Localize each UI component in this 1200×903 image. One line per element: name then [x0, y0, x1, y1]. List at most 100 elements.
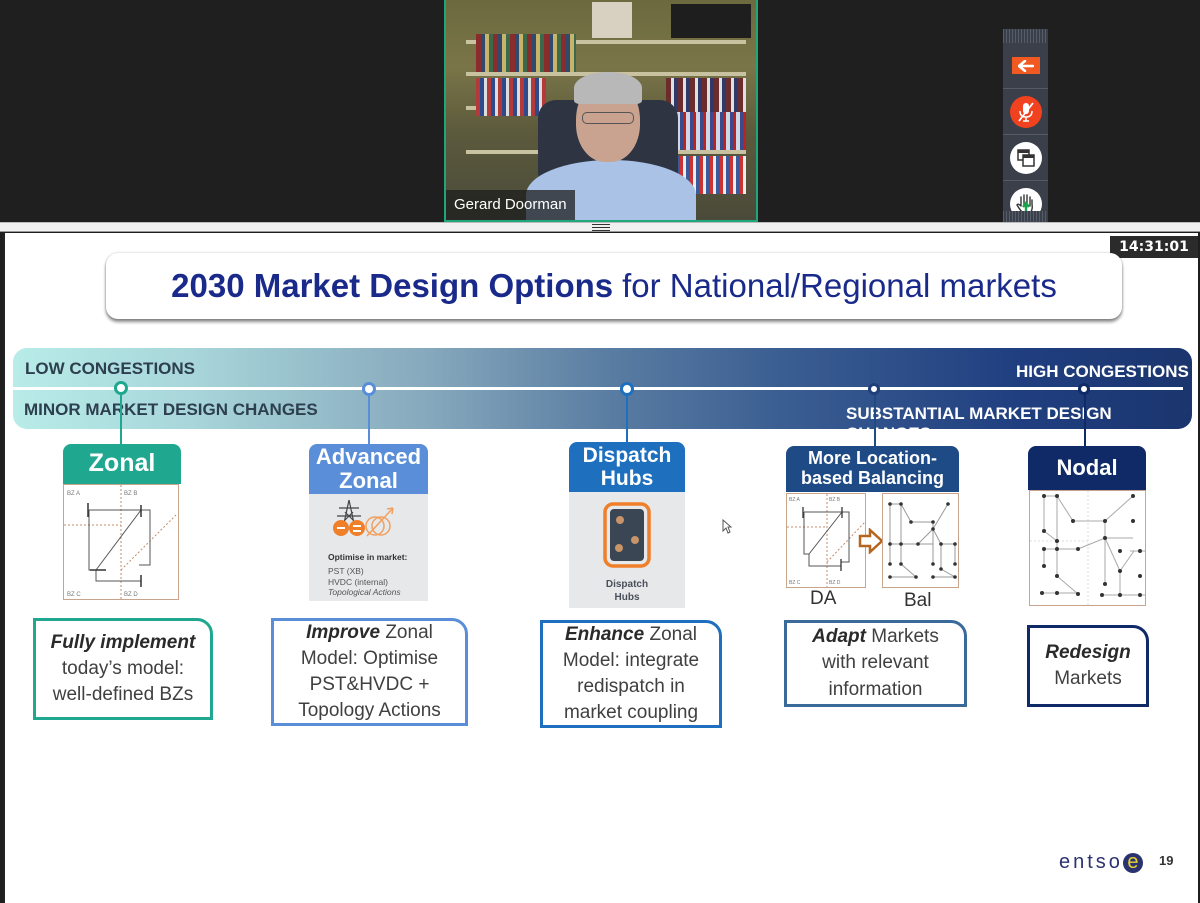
- bidding-zone-diagram: BZ A BZ B BZ C BZ D: [64, 485, 177, 599]
- option-header-dispatch-hubs: Dispatch Hubs: [569, 442, 685, 492]
- caption-line: Topological Actions: [328, 587, 401, 598]
- mouse-cursor-icon: [722, 519, 732, 534]
- connector-advanced-zonal: [368, 394, 370, 446]
- caption-line: HVDC (internal): [328, 576, 388, 587]
- books: [666, 78, 746, 116]
- scale-node-location-balancing: [868, 383, 880, 395]
- bz-label: BZ A: [67, 491, 80, 497]
- meeting-toolbar: [1003, 29, 1048, 227]
- slide-title: 2030 Market Design Options for National/…: [106, 253, 1122, 319]
- arrow-right-icon: [858, 528, 884, 554]
- toolbar-drag-handle-top[interactable]: [1003, 29, 1048, 43]
- scale-node-dispatch-hubs: [620, 382, 634, 396]
- header-line: Zonal: [339, 468, 398, 493]
- header-line: Hubs: [600, 467, 654, 490]
- option-description-nodal: Redesign Markets: [1027, 625, 1149, 707]
- bz-label: BZ B: [124, 491, 137, 497]
- slide-page-number: 19: [1159, 853, 1174, 868]
- desc-bold: Improve: [306, 621, 381, 643]
- connector-nodal: [1084, 394, 1086, 446]
- advanced-zonal-image: Optimise in market: PST (XB) HVDC (inter…: [309, 494, 428, 601]
- header-line: based Balancing: [800, 468, 945, 488]
- option-description-zonal: Fully implement today’s model: well-defi…: [33, 618, 213, 720]
- header-line: Dispatch: [582, 443, 672, 467]
- option-description-dispatch-hubs: Enhance Zonal Model: integrate redispatc…: [540, 620, 722, 728]
- caption-line: PST (XB): [328, 566, 364, 576]
- image-caption-bold: Optimise in market:: [328, 552, 408, 562]
- participant-name-tag: Gerard Doorman: [446, 190, 575, 220]
- books: [476, 34, 576, 72]
- mute-button[interactable]: [1003, 89, 1048, 135]
- nodal-diagram: [1029, 490, 1149, 606]
- desc-line: well-defined BZs: [52, 684, 194, 706]
- balancing-node-diagram: [882, 493, 959, 588]
- bz-label: BZ D: [829, 580, 841, 586]
- bidding-zone-diagram: BZ A BZ B BZ C BZ D: [787, 494, 866, 587]
- dispatch-hub-icon: [603, 502, 651, 568]
- bz-label: BZ A: [789, 497, 801, 503]
- node-network-diagram: [1030, 491, 1149, 605]
- pst-hvdc-icon: [333, 499, 394, 537]
- desc-line: PST&HVDC +: [309, 674, 430, 695]
- windows-icon: [1009, 141, 1042, 174]
- slide-title-bold: 2030 Market Design Options: [171, 267, 614, 304]
- option-header-nodal: Nodal: [1028, 446, 1146, 490]
- header-line: Advanced: [315, 443, 422, 469]
- bz-label: BZ D: [124, 592, 138, 598]
- dispatch-hubs-image: Dispatch Hubs: [569, 492, 685, 608]
- logo-text: entso: [1059, 851, 1123, 873]
- desc-line: Zonal: [385, 621, 433, 643]
- switch-view-button[interactable]: [1003, 135, 1048, 181]
- desc-line: today’s model:: [61, 657, 185, 679]
- bz-label: BZ C: [789, 580, 801, 586]
- arrow-left-icon: [1011, 57, 1040, 74]
- balancing-label: Bal: [904, 590, 932, 611]
- day-ahead-label: DA: [810, 588, 837, 609]
- desc-line: Model: Optimise: [300, 647, 439, 669]
- day-ahead-diagram: BZ A BZ B BZ C BZ D: [786, 493, 866, 588]
- logo-e: e: [1122, 849, 1149, 873]
- low-congestions-label: LOW CONGESTIONS: [25, 359, 195, 378]
- desc-line: Model: integrate: [562, 649, 700, 671]
- option-description-advanced-zonal: Improve Zonal Model: Optimise PST&HVDC +…: [271, 618, 468, 726]
- desc-line: Markets: [871, 626, 939, 648]
- connector-location-balancing: [874, 394, 876, 446]
- scale-node-zonal: [114, 381, 128, 395]
- books: [666, 112, 746, 150]
- resize-grip-icon[interactable]: [592, 224, 610, 231]
- desc-line: redispatch in: [577, 676, 685, 697]
- panel-resize-divider[interactable]: [0, 222, 1200, 232]
- node-network-diagram: [888, 502, 957, 579]
- option-header-location-balancing: More Location- based Balancing: [786, 446, 959, 492]
- zonal-diagram: BZ A BZ B BZ C BZ D: [63, 484, 179, 600]
- entsoe-logo: entso e: [1059, 849, 1149, 874]
- meeting-clock: 14:31:01: [1110, 236, 1198, 258]
- scale-node-advanced-zonal: [362, 382, 376, 396]
- caption-line: Hubs: [614, 591, 640, 603]
- desc-bold: Fully implement: [50, 631, 196, 653]
- desc-bold: Redesign: [1045, 641, 1131, 663]
- bz-label: BZ B: [829, 497, 841, 503]
- boxes: [671, 4, 751, 38]
- caption-line: Dispatch: [605, 579, 649, 590]
- slide-title-rest: for National/Regional markets: [622, 267, 1057, 304]
- bz-label: BZ C: [67, 592, 81, 598]
- boxes: [592, 2, 632, 38]
- participant-video-tile[interactable]: Gerard Doorman: [444, 0, 758, 222]
- desc-line: Topology Actions: [298, 700, 441, 722]
- image-caption: PST (XB) HVDC (internal) Topological Act…: [328, 566, 401, 598]
- back-button[interactable]: [1003, 43, 1048, 89]
- option-header-advanced-zonal: Advanced Zonal: [309, 444, 428, 494]
- screen: Gerard Doorman 14:31:01 2030 Market Desi…: [0, 0, 1200, 903]
- desc-line: with relevant: [822, 652, 929, 674]
- header-line: More Location-: [808, 448, 937, 469]
- minor-changes-label: MINOR MARKET DESIGN CHANGES: [24, 400, 318, 419]
- person-hair: [574, 72, 642, 104]
- books: [476, 78, 546, 116]
- desc-line: market coupling: [563, 702, 699, 724]
- image-caption: Dispatch Hubs: [569, 579, 685, 604]
- person-glasses: [582, 112, 634, 124]
- scale-line: [13, 387, 1183, 390]
- microphone-muted-icon: [1009, 95, 1042, 128]
- substantial-changes-label: SUBSTANTIAL MARKET DESIGN CHANGES: [846, 404, 1112, 443]
